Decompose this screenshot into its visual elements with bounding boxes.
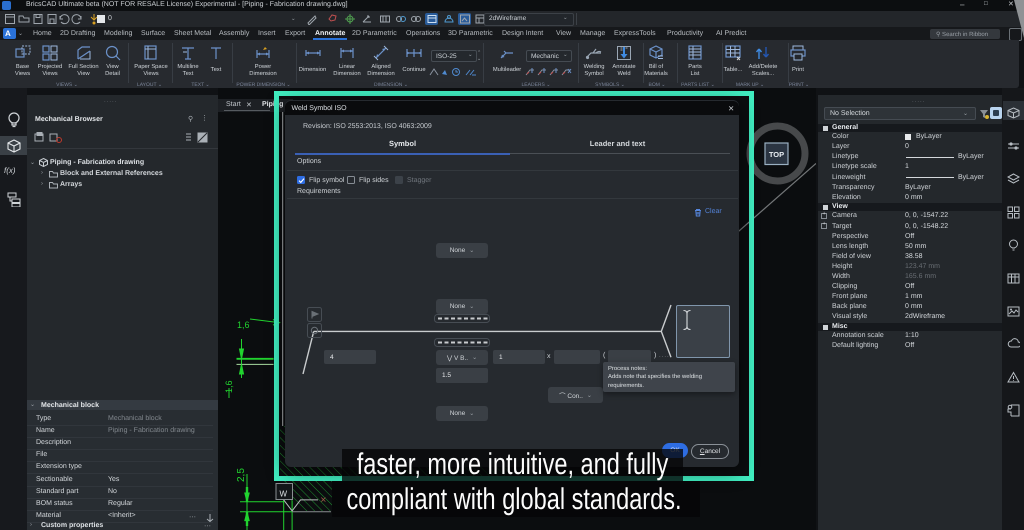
svg-text:1,6: 1,6: [237, 320, 250, 330]
svg-text:✕: ✕: [320, 496, 327, 505]
svg-text:W: W: [280, 490, 288, 499]
svg-text:2,5: 2,5: [236, 468, 247, 482]
svg-text:1,6: 1,6: [224, 380, 234, 393]
svg-text:TOP: TOP: [769, 150, 784, 159]
